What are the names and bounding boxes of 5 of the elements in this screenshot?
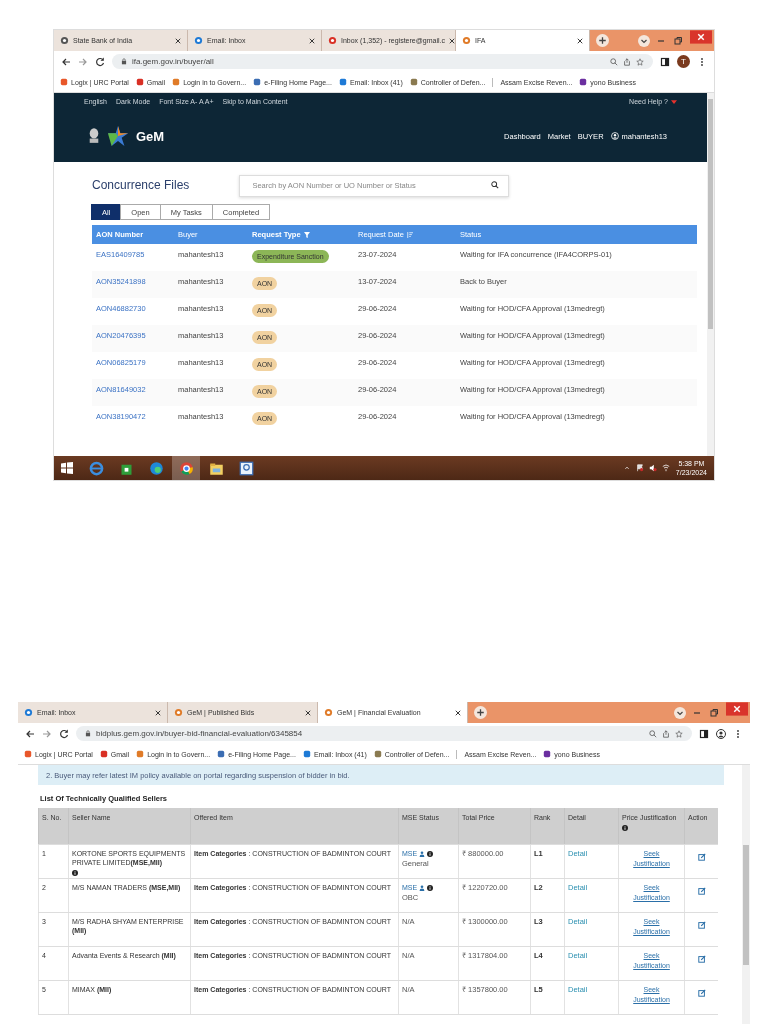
page-title: Concurrence Files [92,178,190,192]
profile-avatar[interactable]: T [677,55,690,68]
address-field[interactable]: ifa.gem.gov.in/buyer/all [112,54,653,69]
gem-logo[interactable]: GeM [136,128,165,144]
address-field[interactable]: bidplus.gem.gov.in/buyer-bid-financial-evaluation/6345854 [76,726,692,741]
